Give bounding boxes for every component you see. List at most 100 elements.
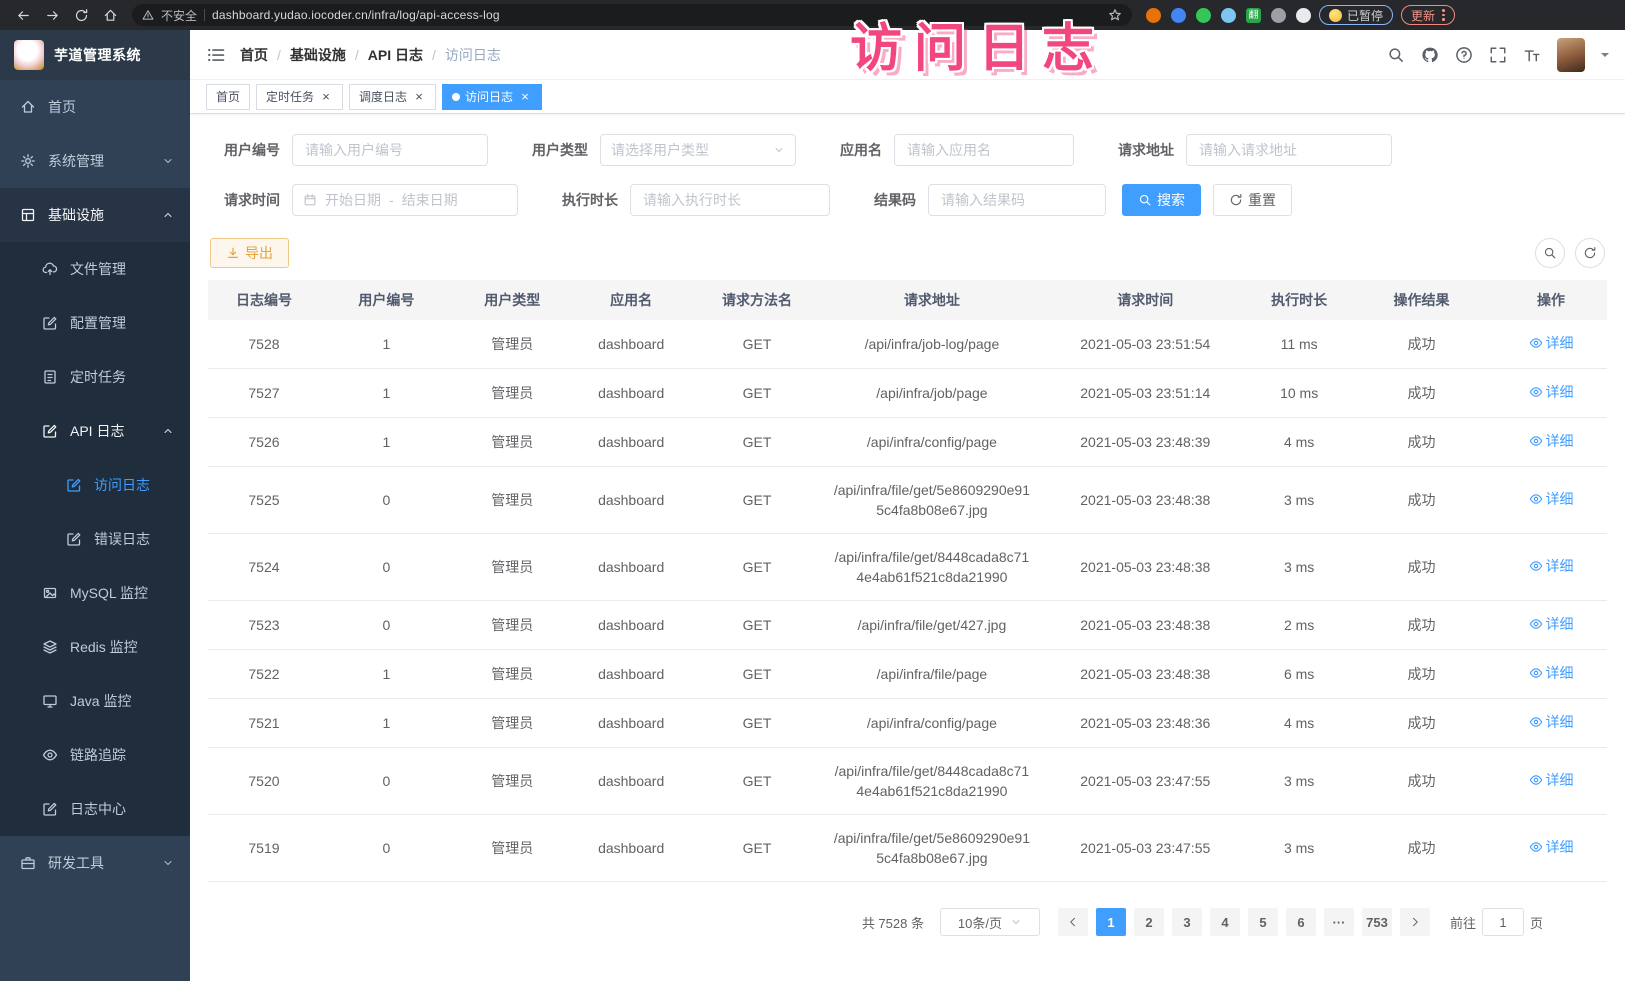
sidebar-item-infrastructure[interactable]: 基础设施 [0, 188, 190, 242]
sidebar-item-scheduled-jobs[interactable]: 定时任务 [0, 350, 190, 404]
detail-link[interactable]: 详细 [1529, 333, 1574, 353]
hamburger-icon[interactable] [206, 45, 226, 65]
breadcrumb-item[interactable]: API 日志 [368, 45, 423, 65]
caret-down-icon[interactable] [1601, 53, 1609, 61]
github-icon[interactable] [1421, 46, 1439, 64]
extension-icon[interactable] [1221, 8, 1236, 23]
method-cell: GET [691, 650, 824, 699]
back-icon[interactable] [16, 8, 31, 23]
tab-首页[interactable]: 首页 [206, 84, 250, 110]
font-size-icon[interactable] [1523, 46, 1541, 64]
sidebar-item-label: MySQL 监控 [70, 583, 148, 603]
chevron-right-icon [1409, 916, 1421, 928]
detail-link[interactable]: 详细 [1529, 556, 1574, 576]
home-icon[interactable] [103, 8, 118, 23]
breadcrumb-item[interactable]: 首页 [240, 45, 268, 65]
address-bar[interactable]: 不安全 dashboard.yudao.iocoder.cn/infra/log… [132, 4, 1132, 26]
paused-badge[interactable]: 已暂停 [1319, 5, 1393, 25]
sidebar-item-config-manage[interactable]: 配置管理 [0, 296, 190, 350]
user-id-input[interactable] [292, 134, 488, 166]
app-name-cell: dashboard [572, 320, 691, 369]
column-header: 应用名 [572, 280, 691, 320]
page-button-753[interactable]: 753 [1362, 908, 1392, 936]
detail-link[interactable]: 详细 [1529, 489, 1574, 509]
page-button-2[interactable]: 2 [1134, 908, 1164, 936]
user-type-select[interactable]: 请选择用户类型 [600, 134, 796, 166]
update-button[interactable]: 更新 [1401, 5, 1455, 25]
sidebar: 芋道管理系统 首页系统管理基础设施文件管理配置管理定时任务API 日志访问日志错… [0, 30, 190, 981]
detail-link[interactable]: 详细 [1529, 837, 1574, 857]
app-name-cell: dashboard [572, 467, 691, 534]
detail-link[interactable]: 详细 [1529, 663, 1574, 683]
sidebar-item-error-log[interactable]: 错误日志 [0, 512, 190, 566]
sidebar-item-access-log[interactable]: 访问日志 [0, 458, 190, 512]
search-button[interactable]: 搜索 [1122, 184, 1201, 216]
pager-ellipsis[interactable]: ··· [1324, 908, 1354, 936]
user-avatar[interactable] [1557, 38, 1585, 72]
sidebar-item-system-manage[interactable]: 系统管理 [0, 134, 190, 188]
request-time-range-picker[interactable]: 开始日期 - 结束日期 [292, 184, 518, 216]
extension-icon[interactable] [1196, 8, 1211, 23]
sidebar-item-java-monitor[interactable]: Java 监控 [0, 674, 190, 728]
table-row: 75240管理员dashboardGET/api/infra/file/get/… [208, 534, 1607, 601]
reload-icon[interactable] [74, 8, 89, 23]
sidebar-item-mysql-monitor[interactable]: MySQL 监控 [0, 566, 190, 620]
sidebar-item-trace[interactable]: 链路追踪 [0, 728, 190, 782]
browser-menu-icon[interactable] [1442, 9, 1445, 21]
extension-icon[interactable] [1171, 8, 1186, 23]
fullscreen-icon[interactable] [1489, 46, 1507, 64]
detail-link[interactable]: 详细 [1529, 770, 1574, 790]
page-button-3[interactable]: 3 [1172, 908, 1202, 936]
log-id-cell: 7519 [208, 815, 320, 882]
translate-extension-icon[interactable]: 翻 [1246, 8, 1261, 23]
detail-link[interactable]: 详细 [1529, 614, 1574, 634]
extension-icon[interactable] [1271, 8, 1286, 23]
user-type-cell: 管理员 [453, 650, 572, 699]
sidebar-item-api-log[interactable]: API 日志 [0, 404, 190, 458]
tab-访问日志[interactable]: 访问日志× [442, 84, 542, 110]
app-logo-row[interactable]: 芋道管理系统 [0, 30, 190, 80]
close-icon[interactable]: × [319, 90, 333, 104]
tab-定时任务[interactable]: 定时任务× [256, 84, 343, 110]
next-page-button[interactable] [1400, 908, 1430, 936]
page-size-select[interactable]: 10条/页 [940, 908, 1040, 936]
detail-link[interactable]: 详细 [1529, 382, 1574, 402]
eye-icon [1529, 773, 1543, 787]
app-name-input[interactable] [894, 134, 1074, 166]
refresh-table-button[interactable] [1575, 238, 1605, 268]
help-icon[interactable] [1455, 46, 1473, 64]
export-button[interactable]: 导出 [210, 238, 289, 268]
edit-square-icon [42, 423, 58, 439]
page-button-1[interactable]: 1 [1096, 908, 1126, 936]
search-icon[interactable] [1387, 46, 1405, 64]
request-url-input[interactable] [1186, 134, 1392, 166]
forward-icon[interactable] [45, 8, 60, 23]
close-icon[interactable]: × [412, 90, 426, 104]
toggle-search-button[interactable] [1535, 238, 1565, 268]
request-time-cell: 2021-05-03 23:47:55 [1040, 815, 1250, 882]
action-cell: 详细 [1495, 418, 1607, 467]
user-type-cell: 管理员 [453, 369, 572, 418]
breadcrumb-item[interactable]: 基础设施 [290, 45, 346, 65]
sidebar-item-redis-monitor[interactable]: Redis 监控 [0, 620, 190, 674]
extension-icon[interactable] [1146, 8, 1161, 23]
detail-link[interactable]: 详细 [1529, 712, 1574, 732]
prev-page-button[interactable] [1058, 908, 1088, 936]
reset-button[interactable]: 重置 [1213, 184, 1292, 216]
sidebar-item-home[interactable]: 首页 [0, 80, 190, 134]
request-url-cell: /api/infra/file/get/5e8609290e915c4fa8b0… [824, 815, 1041, 882]
result-code-input[interactable] [928, 184, 1106, 216]
detail-link[interactable]: 详细 [1529, 431, 1574, 451]
sidebar-item-dev-tools[interactable]: 研发工具 [0, 836, 190, 890]
extension-icon[interactable] [1296, 8, 1311, 23]
tab-调度日志[interactable]: 调度日志× [349, 84, 436, 110]
sidebar-item-log-center[interactable]: 日志中心 [0, 782, 190, 836]
close-icon[interactable]: × [518, 90, 532, 104]
page-button-4[interactable]: 4 [1210, 908, 1240, 936]
page-button-5[interactable]: 5 [1248, 908, 1278, 936]
star-icon[interactable] [1108, 8, 1122, 22]
page-jump-input[interactable] [1482, 908, 1524, 936]
duration-input[interactable] [630, 184, 830, 216]
page-button-6[interactable]: 6 [1286, 908, 1316, 936]
sidebar-item-file-manage[interactable]: 文件管理 [0, 242, 190, 296]
